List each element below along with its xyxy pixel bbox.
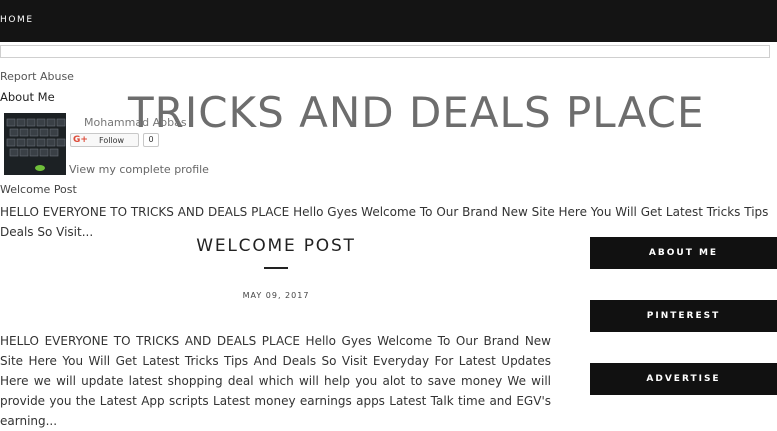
top-navigation-bar: HOME: [0, 0, 777, 42]
post-date: MAY 09, 2017: [242, 291, 310, 300]
follow-label: Follow: [99, 136, 125, 145]
title-divider: [264, 267, 288, 269]
post-body: HELLO EVERYONE TO TRICKS AND DEALS PLACE…: [0, 334, 551, 428]
author-name[interactable]: Mohammad Abbas: [84, 116, 187, 129]
profile-avatar[interactable]: [4, 113, 66, 175]
snippet-line-1: HELLO EVERYONE TO TRICKS AND DEALS PLACE…: [0, 205, 769, 219]
welcome-post-widget-heading: Welcome Post: [0, 183, 77, 196]
post-title[interactable]: WELCOME POST: [0, 236, 552, 256]
google-plus-follow-button[interactable]: G+ Follow: [70, 133, 139, 147]
keyboard-photo-icon: [4, 113, 66, 175]
sidebar-about-me-button[interactable]: ABOUT ME: [590, 237, 777, 269]
follower-count: 0: [143, 133, 159, 147]
about-me-heading: About Me: [0, 90, 55, 104]
sidebar-advertise-button[interactable]: ADVERTISE: [590, 363, 777, 395]
google-plus-icon: G+: [73, 135, 88, 145]
report-abuse-link[interactable]: Report Abuse: [0, 70, 74, 83]
search-input[interactable]: [0, 45, 770, 58]
sidebar-pinterest-button[interactable]: PINTEREST: [590, 300, 777, 332]
site-title[interactable]: TRICKS AND DEALS PLACE: [128, 88, 705, 137]
view-complete-profile-link[interactable]: View my complete profile: [69, 163, 209, 176]
nav-home-link[interactable]: HOME: [0, 15, 34, 25]
